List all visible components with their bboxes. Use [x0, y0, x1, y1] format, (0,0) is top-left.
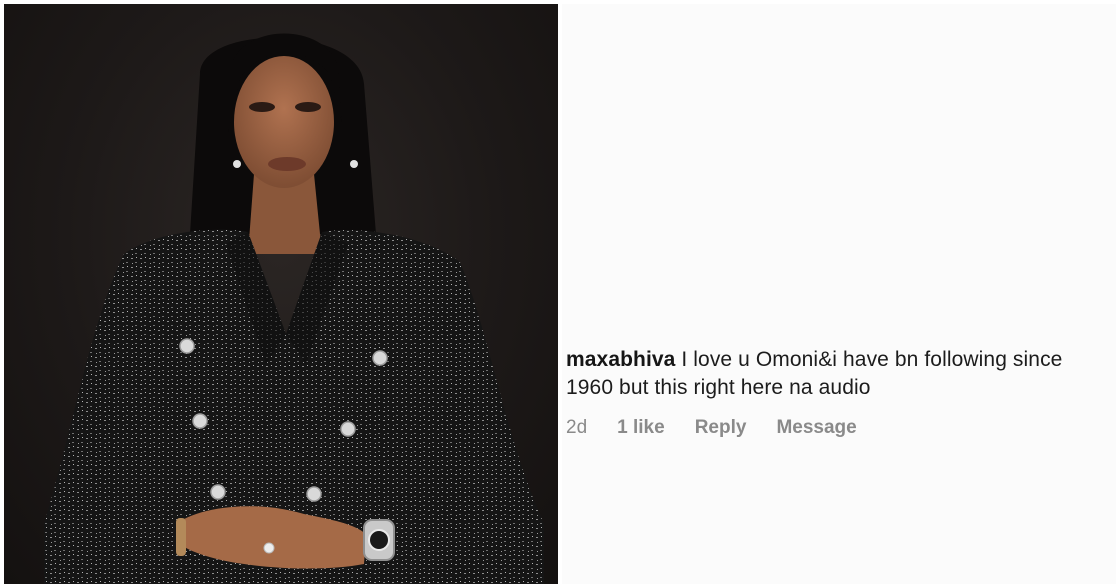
ring: [263, 542, 275, 554]
portrait-illustration: [44, 33, 544, 584]
comment-panel: maxabhiva I love u Omoni&i have bn follo…: [562, 4, 1116, 584]
comment-meta: 2d 1 like Reply Message: [566, 417, 857, 439]
left-earring: [233, 160, 241, 168]
bracelet: [176, 518, 186, 556]
right-earring: [350, 160, 358, 168]
watch-face: [368, 529, 390, 551]
reply-button[interactable]: Reply: [695, 417, 747, 439]
comment-body: maxabhiva I love u Omoni&i have bn follo…: [566, 346, 1106, 402]
comment-username[interactable]: maxabhiva: [566, 348, 675, 371]
comment-like-count[interactable]: 1 like: [617, 417, 665, 439]
right-eye: [295, 102, 321, 112]
message-button[interactable]: Message: [776, 417, 856, 439]
collage-frame: maxabhiva I love u Omoni&i have bn follo…: [0, 0, 1120, 588]
left-eye: [249, 102, 275, 112]
comment-timestamp: 2d: [566, 417, 588, 438]
portrait-photo: [4, 4, 558, 584]
lips: [268, 157, 306, 171]
